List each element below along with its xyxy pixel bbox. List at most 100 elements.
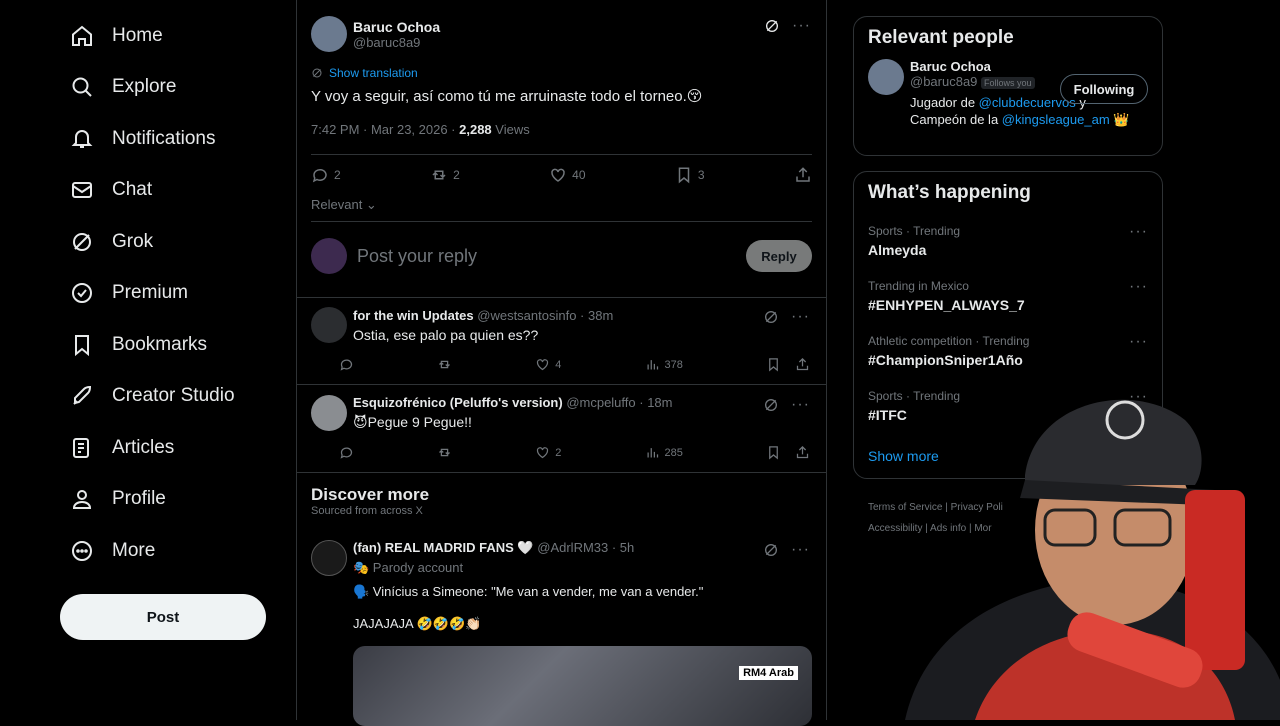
bookmark-action[interactable] — [766, 445, 781, 460]
repost-action[interactable] — [437, 445, 452, 460]
nav-more-label: More — [112, 539, 156, 561]
nav-chat[interactable]: Chat — [60, 165, 280, 217]
bookmark-action[interactable] — [766, 357, 781, 372]
nav-explore[interactable]: Explore — [60, 62, 280, 114]
person-handle[interactable]: @baruc8a9 — [910, 74, 977, 89]
avatar[interactable] — [311, 238, 347, 274]
search-icon — [72, 77, 92, 97]
chevron-down-icon: ⌄ — [362, 197, 377, 212]
nav-articles-label: Articles — [112, 436, 175, 458]
reply-count: 2 — [334, 168, 341, 182]
trend-title: #ChampionSniper1Año — [868, 352, 1023, 368]
views-count: 2,288 — [459, 122, 492, 137]
share-action[interactable] — [794, 166, 812, 184]
nav-grok[interactable]: Grok — [60, 216, 280, 268]
avatar[interactable] — [311, 16, 347, 52]
like-action[interactable]: 40 — [549, 166, 586, 184]
nav-home[interactable]: Home — [60, 10, 280, 62]
avatar[interactable] — [311, 540, 347, 576]
like-action[interactable]: 2 — [535, 445, 561, 460]
views-action[interactable]: 378 — [645, 357, 683, 372]
grok-icon[interactable] — [763, 309, 779, 325]
avatar[interactable] — [868, 59, 904, 95]
show-translation-link[interactable]: Show translation — [311, 66, 418, 80]
reply-icon — [312, 168, 327, 183]
more-icon[interactable]: ··· — [791, 397, 810, 413]
author-name[interactable]: Baruc Ochoa — [353, 19, 440, 35]
follows-you-badge: Follows you — [981, 77, 1035, 89]
author-handle[interactable]: @mcpeluffo · 18m — [566, 395, 672, 410]
reply-action[interactable] — [339, 357, 354, 372]
reply-icon — [340, 447, 353, 459]
author-name[interactable]: for the win Updates — [353, 308, 474, 323]
author-handle[interactable]: @baruc8a9 — [353, 35, 440, 50]
heart-icon — [537, 359, 549, 371]
like-count: 2 — [555, 446, 562, 459]
nav-more[interactable]: More — [60, 525, 280, 577]
reply-input[interactable]: Post your reply — [357, 246, 746, 267]
reply-button[interactable]: Reply — [746, 240, 812, 272]
following-button[interactable]: Following — [1060, 74, 1148, 104]
nav-profile[interactable]: Profile — [60, 474, 280, 526]
like-action[interactable]: 4 — [535, 357, 561, 372]
share-action[interactable] — [795, 445, 810, 460]
repost-action[interactable] — [437, 357, 452, 372]
reply-action[interactable] — [339, 445, 354, 460]
like-count: 40 — [572, 168, 586, 182]
parody-label: 🎭 Parody account — [353, 560, 464, 575]
tweet-timestamp[interactable]: 7:42 PM · Mar 23, 2026 · — [311, 122, 459, 137]
more-icon[interactable]: ··· — [1129, 334, 1148, 350]
author-handle[interactable]: @AdrlRM33 · 5h — [537, 540, 634, 555]
reply-composer: Post your reply Reply — [311, 236, 812, 276]
views-action[interactable]: 285 — [645, 445, 683, 460]
trend-title: #ENHYPEN_ALWAYS_7 — [868, 297, 1025, 313]
avatar[interactable] — [311, 395, 347, 431]
bio-mention-link[interactable]: @clubdecuervos — [979, 95, 1076, 110]
reply-sort-dropdown[interactable]: Relevant ⌄ — [311, 197, 377, 213]
trend-category: Sports · Trending — [868, 224, 961, 238]
reply-icon — [340, 359, 353, 371]
more-icon[interactable]: ··· — [791, 542, 810, 558]
grok-icon[interactable] — [764, 18, 780, 34]
trend-item[interactable]: Athletic competition · Trending #Champio… — [868, 334, 1148, 369]
post-button[interactable]: Post — [60, 594, 266, 640]
bio-mention-link[interactable]: @kingsleague_am — [1002, 112, 1110, 127]
author-name[interactable]: (fan) REAL MADRID FANS 🤍 — [353, 540, 534, 555]
reply-tweet[interactable]: for the win Updates @westsantosinfo · 38… — [311, 307, 826, 343]
author-name[interactable]: Esquizofrénico (Peluffo's version) — [353, 395, 563, 410]
tweet-actions: 2 2 40 3 — [311, 166, 812, 184]
trend-item[interactable]: Trending in Mexico #ENHYPEN_ALWAYS_7 ··· — [868, 279, 1148, 314]
more-icon[interactable]: ··· — [791, 309, 810, 325]
grok-icon[interactable] — [763, 542, 779, 558]
share-action[interactable] — [795, 357, 810, 372]
card-title: What’s happening — [868, 182, 1031, 203]
home-icon — [72, 25, 92, 46]
more-icon[interactable]: ··· — [792, 18, 811, 34]
trend-title: Almeyda — [868, 242, 927, 258]
nav-bookmarks[interactable]: Bookmarks — [60, 319, 280, 371]
person-name[interactable]: Baruc Ochoa — [910, 59, 1129, 74]
nav-creator-studio[interactable]: Creator Studio — [60, 371, 280, 423]
grok-icon[interactable] — [763, 397, 779, 413]
more-icon[interactable]: ··· — [1129, 224, 1148, 240]
nav-premium[interactable]: Premium — [60, 268, 280, 320]
card-title: Relevant people — [868, 27, 1014, 48]
bookmark-icon — [678, 167, 690, 184]
views-count: 285 — [664, 446, 683, 459]
discover-tweet[interactable]: (fan) REAL MADRID FANS 🤍 @AdrlRM33 · 5h … — [311, 540, 826, 632]
more-icon[interactable]: ··· — [1129, 279, 1148, 295]
avatar[interactable] — [311, 307, 347, 343]
trend-item[interactable]: Sports · Trending Almeyda ··· — [868, 224, 1148, 259]
trend-category: Athletic competition · Trending — [868, 334, 1030, 348]
nav-notifications[interactable]: Notifications — [60, 113, 280, 165]
bookmark-icon — [769, 358, 778, 372]
reply-sort-label: Relevant — [311, 197, 363, 212]
reply-action[interactable]: 2 — [311, 166, 341, 184]
repost-action[interactable]: 2 — [430, 166, 460, 184]
nav-articles[interactable]: Articles — [60, 422, 280, 474]
tweet-media-video[interactable]: RM4 Arab — [353, 646, 812, 726]
bookmark-action[interactable]: 3 — [675, 166, 705, 184]
divider — [311, 221, 812, 222]
reply-tweet[interactable]: Esquizofrénico (Peluffo's version) @mcpe… — [311, 395, 826, 431]
author-handle[interactable]: @westsantosinfo · 38m — [477, 308, 613, 323]
